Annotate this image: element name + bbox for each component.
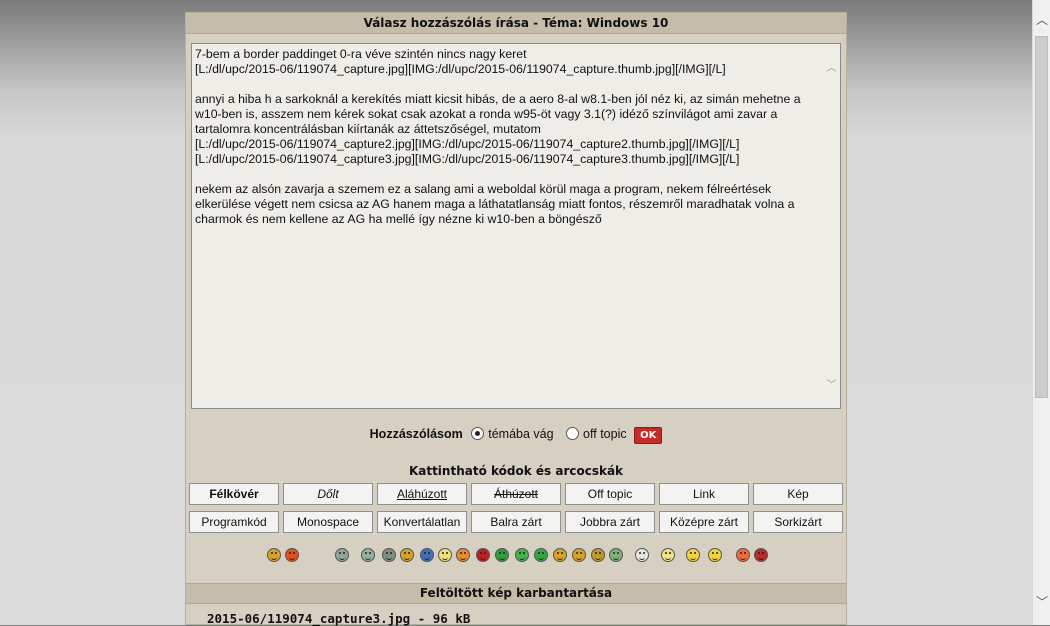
skull-icon[interactable] [635,548,649,562]
question-icon[interactable] [661,548,675,562]
ladder-icon[interactable] [754,548,768,562]
happy-icon[interactable] [361,548,375,562]
scroll-thumb[interactable] [1035,36,1048,398]
bold-button[interactable]: Félkövér [189,483,279,505]
code-button[interactable]: Programkód [189,511,279,533]
grin-icon[interactable] [335,548,349,562]
post-type-label: Hozzászólásom [369,427,463,441]
textarea-scrollbar[interactable]: ︿ ﹀ [823,44,840,408]
reply-textarea[interactable]: 7-bem a border paddinget 0-ra véve szint… [191,43,841,409]
off-topic-button[interactable]: Off topic [565,483,655,505]
shocked-icon[interactable] [609,548,623,562]
image-button[interactable]: Kép [753,483,843,505]
align-right-button[interactable]: Jobbra zárt [565,511,655,533]
reply-panel: Válasz hozzászólás írása - Téma: Windows… [185,12,847,626]
yellow-smile-icon[interactable] [686,548,700,562]
on-topic-label[interactable]: témába vág [488,427,553,441]
wink-icon[interactable] [572,548,586,562]
uploaded-images-title: Feltöltött kép karbantartása [186,583,846,604]
scroll-down-icon[interactable]: ﹀ [1036,596,1048,608]
off-topic-label[interactable]: off topic [583,427,627,441]
neutral-icon[interactable] [400,548,414,562]
duck-icon[interactable] [708,548,722,562]
italic-button[interactable]: Dőlt [283,483,373,505]
sad-icon[interactable] [420,548,434,562]
red-face-icon[interactable] [476,548,490,562]
scroll-up-icon[interactable]: ︿ [1036,14,1048,26]
monospace-button[interactable]: Monospace [283,511,373,533]
uploaded-file-info: 2015-06/119074_capture3.jpg - 96 kB [207,611,471,626]
off-topic-radio[interactable] [566,427,580,440]
angry-icon[interactable] [285,548,299,562]
textarea-scroll-down-icon[interactable]: ﹀ [825,376,838,391]
align-center-button[interactable]: Középre zárt [659,511,749,533]
reply-text[interactable]: 7-bem a border paddinget 0-ra véve szint… [195,47,817,227]
ok-button[interactable]: OK [634,427,663,444]
pacman-icon[interactable] [736,548,750,562]
teeth-icon[interactable] [382,548,396,562]
smile-icon[interactable] [267,548,281,562]
justify-button[interactable]: Sorkizárt [753,511,843,533]
raw-button[interactable]: Konvertálatlan [377,511,467,533]
shy-icon[interactable] [456,548,470,562]
panel-title: Válasz hozzászólás írása - Téma: Windows… [186,13,846,34]
strikethrough-button[interactable]: Áthúzott [471,483,561,505]
align-left-button[interactable]: Balra zárt [471,511,561,533]
underline-button[interactable]: Aláhúzott [377,483,467,505]
post-type-row: Hozzászólásom témába vág off topic OK [186,427,846,444]
page-scrollbar[interactable]: ︿ ﹀ [1032,0,1050,625]
cheeky-icon[interactable] [553,548,567,562]
laugh-icon[interactable] [591,548,605,562]
sick-icon[interactable] [515,548,529,562]
sunglasses-icon[interactable] [495,548,509,562]
confused-icon[interactable] [438,548,452,562]
link-button[interactable]: Link [659,483,749,505]
codes-title: Kattintható kódok és arcocskák [408,464,624,478]
on-topic-radio[interactable] [471,427,485,440]
green-smile-icon[interactable] [534,548,548,562]
smiley-bar [186,541,846,567]
textarea-scroll-up-icon[interactable]: ︿ [825,59,838,74]
